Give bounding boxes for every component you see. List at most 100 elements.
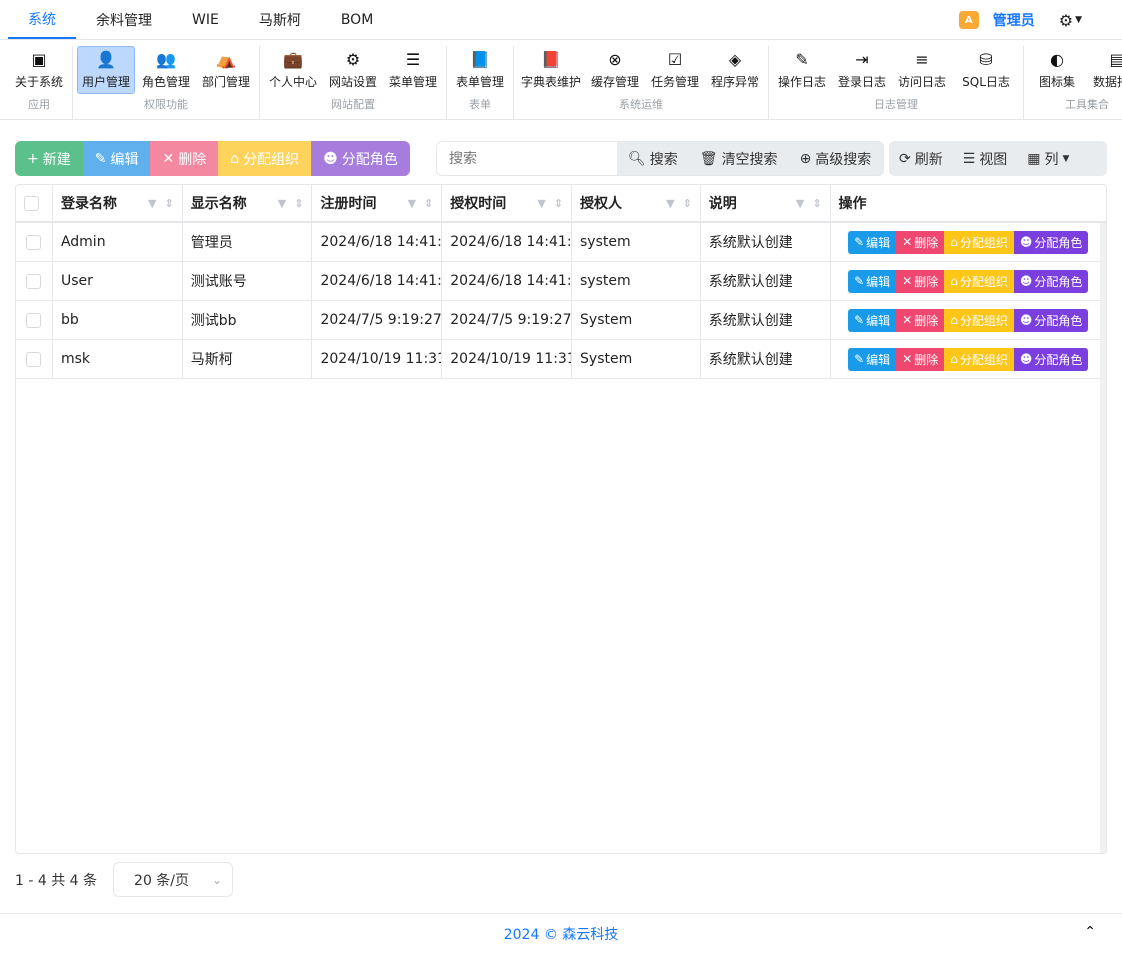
row-assign-org-button[interactable]: ⌂ 分配组织 (944, 347, 1014, 371)
nav-tab[interactable]: 系统 (8, 0, 76, 39)
filter-icon[interactable]: ▼ (796, 197, 804, 210)
ribbon-button[interactable]: ⇥ 登录日志 (833, 46, 891, 94)
table-icon: ▦ (1027, 150, 1041, 167)
row-edit-button[interactable]: ✎ 编辑 (848, 230, 897, 254)
table-row[interactable]: bb 测试bb 2024/7/5 9:19:27 2024/7/5 9:19:27 Sy… (16, 301, 1106, 340)
ribbon-button[interactable]: ⊗ 缓存管理 (586, 46, 644, 94)
caret-down-icon: ▼ (1062, 153, 1070, 164)
row-assign-org-button[interactable]: ⌂ 分配组织 (944, 308, 1014, 332)
ribbon-button[interactable]: 👥 角色管理 (137, 46, 195, 94)
row-actions-cell: ✎ 编辑 ✕ 删除 ⌂ 分配组织 ☻ 分配角色 (831, 262, 1106, 300)
settings-dropdown[interactable]: ⚙ ▼ (1059, 11, 1082, 30)
back-to-top-icon[interactable]: ⌃ (1084, 924, 1096, 940)
column-header[interactable]: 操作 (831, 185, 1106, 221)
cubes-icon: ◈ (728, 49, 742, 69)
row-assign-role-button[interactable]: ☻ 分配角色 (1013, 308, 1089, 332)
table-row[interactable]: Admin 管理员 2024/6/18 14:41:4 2024/6/18 14:41… (16, 223, 1106, 262)
view-button[interactable]: ☰ 视图 (953, 149, 1018, 169)
column-header[interactable]: 登录名称 ▼ ⇕ (53, 185, 183, 221)
edit-button[interactable]: ✎ 编辑 (82, 141, 151, 176)
delete-button[interactable]: ✕ 删除 (150, 141, 219, 176)
clear-search-button[interactable]: 🗑︎ 清空搜索 (689, 149, 789, 169)
select-all-checkbox[interactable] (24, 195, 39, 211)
row-delete-button[interactable]: ✕ 删除 (896, 308, 945, 332)
org-icon: ⌂ (950, 313, 958, 327)
column-header[interactable]: 注册时间 ▼ ⇕ (312, 185, 443, 221)
ribbon-button[interactable]: ▣ 关于系统 (10, 46, 68, 94)
table-row[interactable]: User 测试账号 2024/6/18 14:41:4 2024/6/18 14:41… (16, 262, 1106, 301)
assign-org-button[interactable]: ⌂ 分配组织 (218, 141, 312, 176)
row-assign-role-button[interactable]: ☻ 分配角色 (1013, 230, 1089, 254)
ribbon-button[interactable]: ⛁ SQL日志 (953, 46, 1019, 94)
table-row[interactable]: msk 马斯柯 2024/10/19 11:31: 2024/10/19 11:31:… (16, 340, 1106, 379)
nav-tab[interactable]: BOM (321, 0, 393, 39)
assign-role-button[interactable]: ☻ 分配角色 (311, 141, 410, 176)
row-delete-button[interactable]: ✕ 删除 (896, 269, 945, 293)
column-header[interactable]: 显示名称 ▼ ⇕ (183, 185, 313, 221)
ribbon-button[interactable]: ⚙ 网站设置 (324, 46, 382, 94)
row-assign-org-label: 分配组织 (959, 274, 1008, 289)
ribbon-button[interactable]: 📕 字典表维护 (518, 46, 584, 94)
ribbon-button[interactable]: 📘 表单管理 (451, 46, 509, 94)
nav-tab[interactable]: WIE (172, 0, 239, 39)
sort-icon[interactable]: ⇕ (554, 197, 563, 210)
table-cell: system (572, 262, 701, 300)
table-scrollbar[interactable] (1100, 223, 1106, 853)
row-assign-role-button[interactable]: ☻ 分配角色 (1013, 347, 1089, 371)
gear-icon: ⚙ (1058, 10, 1074, 30)
ribbon-button[interactable]: 💼 个人中心 (264, 46, 322, 94)
columns-button[interactable]: ▦ 列 ▼ (1017, 149, 1079, 169)
nav-tab[interactable]: 余料管理 (76, 0, 172, 39)
ribbon-button[interactable]: ☰ 菜单管理 (384, 46, 442, 94)
column-header-label: 授权时间 (450, 196, 507, 212)
row-delete-button[interactable]: ✕ 删除 (896, 230, 945, 254)
filter-icon[interactable]: ▼ (148, 197, 156, 210)
sort-icon[interactable]: ⇕ (424, 197, 433, 210)
row-checkbox[interactable] (26, 312, 42, 328)
column-header[interactable]: 授权人 ▼ ⇕ (572, 185, 701, 221)
ribbon-button-label: SQL日志 (962, 74, 1010, 89)
sort-icon[interactable]: ⇕ (165, 197, 174, 210)
ribbon-button[interactable]: ◐ 图标集 (1028, 46, 1086, 94)
column-header-label: 说明 (708, 196, 737, 212)
sort-icon[interactable]: ⇕ (812, 197, 821, 210)
nav-tab[interactable]: 马斯柯 (239, 0, 321, 39)
ribbon-button[interactable]: ⛺ 部门管理 (197, 46, 255, 94)
advanced-search-button[interactable]: ⊕ 高级搜索 (789, 149, 883, 169)
ribbon-button[interactable]: ☑ 任务管理 (646, 46, 704, 94)
ribbon-button[interactable]: ≡ 访问日志 (893, 46, 951, 94)
ribbon-button[interactable]: ◈ 程序异常 (706, 46, 764, 94)
search-input[interactable] (437, 142, 617, 175)
user-name-link[interactable]: 管理员 (993, 10, 1035, 30)
row-checkbox[interactable] (26, 234, 42, 250)
search-button[interactable]: 🔍︎ 搜索 (617, 149, 689, 169)
sort-icon[interactable]: ⇕ (683, 197, 692, 210)
filter-icon[interactable]: ▼ (408, 197, 416, 210)
row-checkbox[interactable] (26, 351, 42, 367)
filter-icon[interactable]: ▼ (666, 197, 674, 210)
row-assign-org-button[interactable]: ⌂ 分配组织 (944, 230, 1014, 254)
row-assign-role-button[interactable]: ☻ 分配角色 (1013, 269, 1089, 293)
filter-icon[interactable]: ▼ (537, 197, 545, 210)
new-button[interactable]: + 新建 (15, 141, 83, 176)
ribbon-button-label: 任务管理 (650, 74, 699, 89)
ribbon-button[interactable]: 👤 用户管理 (77, 46, 135, 94)
ribbon-button-label: 程序异常 (710, 74, 759, 89)
column-header[interactable]: 说明 ▼ ⇕ (701, 185, 831, 221)
column-header[interactable]: 授权时间 ▼ ⇕ (442, 185, 573, 221)
sort-icon[interactable]: ⇕ (294, 197, 303, 210)
page-size-select[interactable]: 20 条/页 ⌄ (113, 862, 234, 897)
ribbon-group-label: 网站配置 (331, 98, 375, 111)
ribbon-button-label: 关于系统 (14, 74, 63, 89)
row-edit-button[interactable]: ✎ 编辑 (848, 347, 897, 371)
delete-label: 删除 (178, 151, 207, 168)
filter-icon[interactable]: ▼ (278, 197, 286, 210)
row-edit-button[interactable]: ✎ 编辑 (848, 269, 897, 293)
refresh-button[interactable]: ⟳ 刷新 (889, 149, 953, 169)
row-delete-button[interactable]: ✕ 删除 (896, 347, 945, 371)
row-edit-button[interactable]: ✎ 编辑 (848, 308, 897, 332)
row-checkbox[interactable] (26, 273, 42, 289)
row-assign-org-button[interactable]: ⌂ 分配组织 (944, 269, 1014, 293)
ribbon-button[interactable]: ✎ 操作日志 (773, 46, 831, 94)
ribbon-button[interactable]: ▤ 数据持久 (1088, 46, 1122, 94)
